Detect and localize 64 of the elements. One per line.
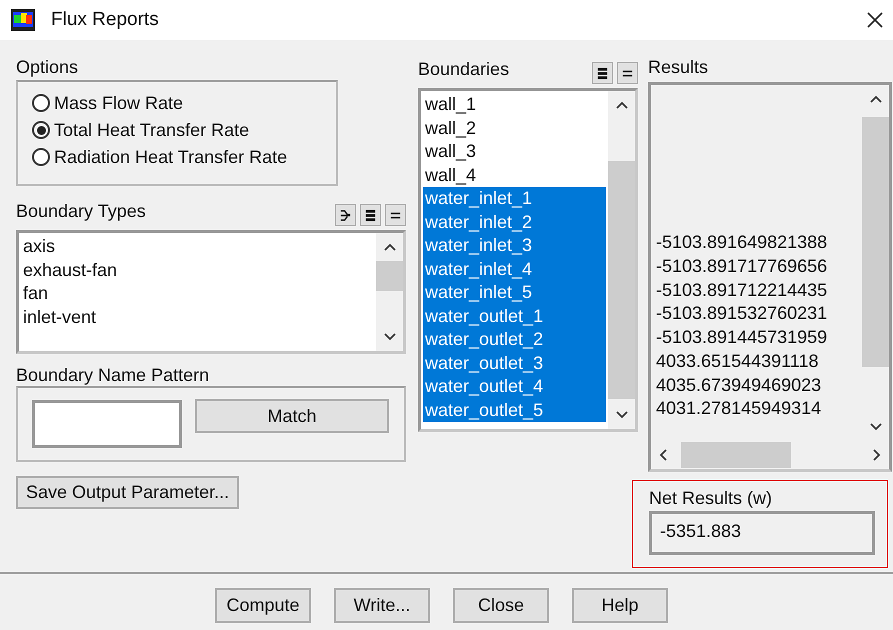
scroll-down-icon[interactable] xyxy=(870,423,882,431)
results-label: Results xyxy=(648,56,708,78)
dialog-button[interactable]: Close xyxy=(453,588,549,623)
radio-label[interactable]: Mass Flow Rate xyxy=(54,92,184,114)
scroll-right-icon[interactable] xyxy=(873,449,881,461)
save-output-parameter-button[interactable]: Save Output Parameter... xyxy=(16,476,240,509)
result-value: -5103.891712214435 xyxy=(656,278,828,302)
scroll-left-icon[interactable] xyxy=(659,449,667,461)
scrollbar[interactable] xyxy=(608,91,635,429)
scrollbar[interactable] xyxy=(376,233,403,351)
list-item[interactable]: exhaust-fan xyxy=(21,258,374,282)
list-item[interactable]: wall_4 xyxy=(423,164,606,187)
result-value: -5103.891649821388 xyxy=(656,231,828,254)
deselect-all-icon[interactable] xyxy=(385,204,406,226)
window-title: Flux Reports xyxy=(51,9,160,31)
scroll-up-icon[interactable] xyxy=(870,95,882,103)
boundaries-label: Boundaries xyxy=(418,58,510,80)
list-item[interactable]: water_inlet_1 xyxy=(423,187,606,210)
result-value: -5103.891445731959 xyxy=(656,326,828,350)
list-item[interactable]: wall_1 xyxy=(423,93,606,116)
net-results-field: -5351.883 xyxy=(649,511,875,555)
list-item[interactable]: wall_2 xyxy=(423,116,606,140)
scroll-up-icon[interactable] xyxy=(616,101,628,109)
list-item[interactable]: fan xyxy=(21,282,374,306)
pattern-input-field[interactable] xyxy=(32,400,182,448)
result-value: 4031.278145949314 xyxy=(656,397,822,420)
radio-button[interactable] xyxy=(32,121,50,139)
radio-label[interactable]: Total Heat Transfer Rate xyxy=(54,119,250,141)
close-icon[interactable] xyxy=(867,12,883,28)
select-all-icon[interactable] xyxy=(592,62,613,84)
result-value: 4033.651544391118 xyxy=(656,350,819,373)
list-item[interactable]: water_inlet_4 xyxy=(423,258,606,281)
list-item[interactable]: water_inlet_5 xyxy=(423,281,606,304)
radio-label[interactable]: Radiation Heat Transfer Rate xyxy=(54,146,288,168)
net-results-label: Net Results (w) xyxy=(649,487,772,509)
result-value: -5103.891717769656 xyxy=(656,255,828,278)
select-all-icon[interactable] xyxy=(360,204,381,226)
list-item[interactable]: inlet-vent xyxy=(21,306,374,329)
dialog-button[interactable]: Write... xyxy=(334,588,430,623)
radio-button[interactable] xyxy=(32,94,50,112)
result-value: -5103.891532760231 xyxy=(656,302,828,326)
filter-icon[interactable] xyxy=(335,204,356,226)
list-item[interactable]: water_outlet_3 xyxy=(423,352,606,375)
list-item[interactable]: water_outlet_5 xyxy=(423,398,606,422)
dialog-button[interactable]: Help xyxy=(572,588,668,623)
list-item[interactable]: water_outlet_2 xyxy=(423,328,606,352)
deselect-all-icon[interactable] xyxy=(617,62,638,84)
scroll-down-icon[interactable] xyxy=(616,411,628,419)
boundary-types-label: Boundary Types xyxy=(16,200,146,222)
match-button[interactable]: Match xyxy=(195,399,389,433)
scroll-up-icon[interactable] xyxy=(384,243,396,251)
scroll-down-icon[interactable] xyxy=(384,333,396,341)
list-item[interactable]: water_outlet_1 xyxy=(423,304,606,328)
list-item[interactable]: axis xyxy=(21,235,374,258)
radio-button[interactable] xyxy=(32,148,50,166)
app-icon xyxy=(10,9,36,31)
dialog-button[interactable]: Compute xyxy=(215,588,311,623)
options-label: Options xyxy=(16,56,78,78)
list-item[interactable]: wall_3 xyxy=(423,140,606,164)
list-item[interactable]: water_inlet_3 xyxy=(423,234,606,258)
boundary-name-pattern-label: Boundary Name Pattern xyxy=(16,364,210,386)
list-item[interactable]: water_outlet_4 xyxy=(423,375,606,398)
list-item[interactable]: water_inlet_2 xyxy=(423,210,606,234)
result-value: 4035.673949469023 xyxy=(656,374,822,397)
